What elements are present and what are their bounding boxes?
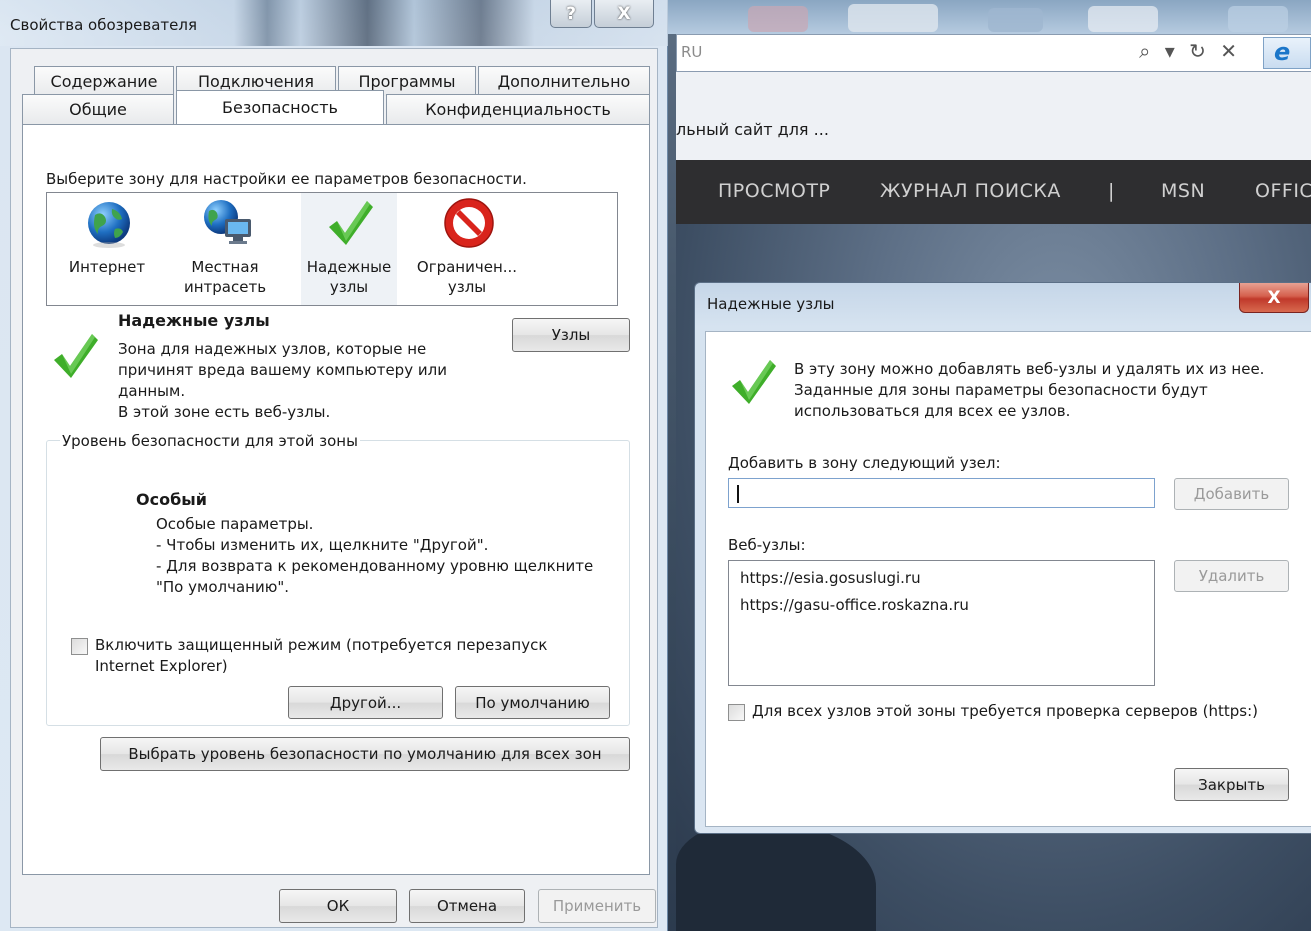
apply-button[interactable]: Применить [538, 889, 656, 923]
protected-mode-label-2: Internet Explorer) [95, 657, 228, 675]
nav-item-office[interactable]: OFFIC [1255, 180, 1311, 202]
browser-content-header: льный сайт для ... [676, 72, 1311, 160]
zone-label-trusted-2: узлы [329, 278, 369, 296]
restricted-icon [444, 198, 494, 248]
custom-level-button[interactable]: Другой... [288, 686, 443, 719]
zone-list: Интернет Местная интрасеть Надежные узлы… [46, 192, 618, 306]
zone-desc-line-1: Зона для надежных узлов, которые не [118, 340, 427, 358]
zone-internet[interactable]: Интернет [57, 193, 157, 305]
reset-all-zones-button[interactable]: Выбрать уровень безопасности по умолчани… [100, 737, 630, 771]
internet-options-dialog: Свойства обозревателя ? X Содержание Под… [0, 0, 668, 931]
globe-icon [88, 202, 130, 248]
trusted-sites-close-icon[interactable]: X [1239, 283, 1309, 313]
add-site-label: Добавить в зону следующий узел: [728, 454, 1001, 472]
websites-list[interactable]: https://esia.gosuslugi.ru https://gasu-o… [728, 560, 1155, 686]
level-desc-line-1: Особые параметры. [156, 515, 314, 533]
security-level-name: Особый [136, 490, 207, 509]
trusted-sites-dialog: Надежные узлы X В эту зону можно добавля… [694, 282, 1311, 834]
zone-local-intranet[interactable]: Местная интрасеть [173, 193, 277, 305]
add-site-button[interactable]: Добавить [1174, 478, 1289, 510]
search-refresh-stop-icons[interactable]: ⌕ ▾ ↻ ✕ [1139, 39, 1241, 63]
trusted-info-checkmark-icon [732, 360, 776, 404]
zone-label-intranet-2: интрасеть [183, 278, 267, 296]
sites-button[interactable]: Узлы [512, 318, 630, 352]
tab-general[interactable]: Общие [22, 94, 174, 124]
zone-desc-line-4: В этой зоне есть веб-узлы. [118, 403, 331, 421]
trusted-zone-checkmark-icon [54, 334, 98, 378]
info-line-2: Заданные для зоны параметры безопасности… [794, 381, 1208, 399]
address-text: RU [681, 43, 703, 61]
info-line-1: В эту зону можно добавлять веб-узлы и уд… [794, 360, 1265, 378]
help-button[interactable]: ? [550, 0, 592, 28]
tab-advanced[interactable]: Дополнительно [478, 66, 650, 96]
address-bar[interactable]: RU ⌕ ▾ ↻ ✕ e [676, 34, 1311, 72]
websites-label: Веб-узлы: [728, 536, 806, 554]
default-level-button[interactable]: По умолчанию [455, 686, 610, 719]
text-caret [737, 485, 739, 503]
info-line-3: использоваться для всех ее узлов. [794, 402, 1071, 420]
security-level-group [46, 440, 630, 726]
zone-label-restricted-1: Ограничен... [416, 258, 518, 276]
zone-title: Надежные узлы [118, 311, 270, 330]
nav-separator: | [1108, 180, 1115, 202]
browser-tab-title[interactable]: льный сайт для ... [676, 120, 829, 139]
cancel-button[interactable]: Отмена [409, 889, 525, 923]
level-desc-line-4: "По умолчанию". [156, 578, 289, 596]
zone-desc-line-2: причинят вреда вашему компьютеру или [118, 361, 447, 379]
dialog-title: Свойства обозревателя [10, 16, 197, 34]
protected-mode-label-1: Включить защищенный режим (потребуется п… [95, 636, 548, 654]
ie-logo-icon[interactable]: e [1263, 37, 1311, 69]
zone-label-trusted-1: Надежные [306, 258, 392, 276]
remove-site-button[interactable]: Удалить [1174, 560, 1289, 592]
require-https-label: Для всех узлов этой зоны требуется прове… [752, 702, 1258, 720]
zone-restricted-sites[interactable]: Ограничен... узлы [411, 193, 523, 305]
zone-prompt: Выберите зону для настройки ее параметро… [46, 170, 527, 188]
close-dialog-button[interactable]: Закрыть [1174, 768, 1289, 801]
site-navbar: ПРОСМОТР ЖУРНАЛ ПОИСКА | MSN OFFIC [676, 160, 1311, 224]
trusted-sites-title: Надежные узлы [707, 295, 835, 313]
tab-privacy[interactable]: Конфиденциальность [386, 94, 650, 124]
zone-label-restricted-2: узлы [447, 278, 487, 296]
security-level-title: Уровень безопасности для этой зоны [60, 432, 360, 450]
browser-tab-bar [668, 0, 1311, 34]
level-desc-line-2: - Чтобы изменить их, щелкните "Другой". [156, 536, 489, 554]
zone-label-internet: Интернет [68, 258, 146, 276]
zone-desc-line-3: данным. [118, 382, 186, 400]
close-button[interactable]: X [594, 0, 654, 28]
nav-item-view[interactable]: ПРОСМОТР [718, 180, 830, 202]
nav-item-msn[interactable]: MSN [1161, 180, 1205, 202]
tab-content[interactable]: Содержание [34, 66, 174, 96]
nav-item-search-history[interactable]: ЖУРНАЛ ПОИСКА [880, 180, 1061, 202]
require-https-checkbox[interactable] [728, 704, 745, 721]
list-item[interactable]: https://gasu-office.roskazna.ru [740, 596, 969, 614]
protected-mode-checkbox[interactable] [71, 638, 88, 655]
zone-label-intranet-1: Местная [191, 258, 259, 276]
checkmark-icon [329, 201, 373, 245]
zone-trusted-sites[interactable]: Надежные узлы [301, 193, 397, 305]
list-item[interactable]: https://esia.gosuslugi.ru [740, 569, 921, 587]
ok-button[interactable]: ОК [279, 889, 397, 923]
tab-security[interactable]: Безопасность [176, 90, 384, 124]
trusted-sites-body: В эту зону можно добавлять веб-узлы и уд… [705, 331, 1311, 827]
intranet-icon [204, 200, 251, 244]
add-site-input[interactable] [728, 478, 1155, 508]
level-desc-line-3: - Для возврата к рекомендованному уровню… [156, 557, 594, 575]
